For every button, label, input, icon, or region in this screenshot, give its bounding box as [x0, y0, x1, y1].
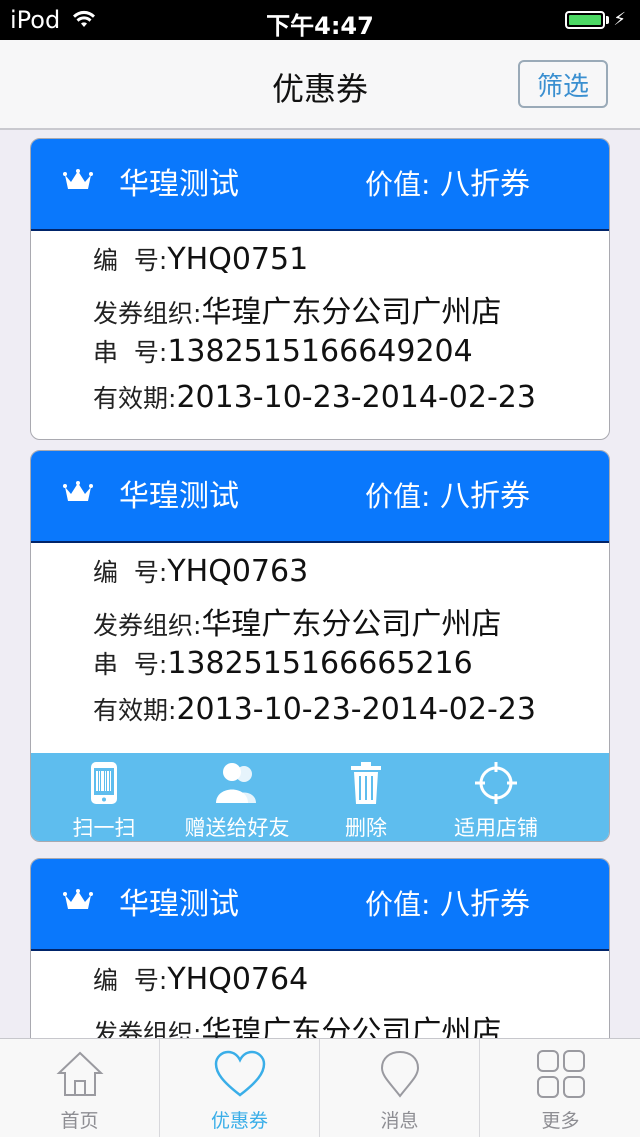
- crosshair-icon: [441, 761, 551, 810]
- validity-value: 2013-10-23-2014-02-23: [176, 692, 536, 727]
- number-value: YHQ0764: [167, 962, 309, 997]
- coupon-value: 价值: 八折券: [365, 471, 530, 515]
- trash-icon: [331, 761, 401, 810]
- tab-messages[interactable]: 消息: [320, 1039, 479, 1137]
- serial-label: 串 号:: [93, 650, 168, 679]
- org-row: 发券组织: 华瑝广东分公司广州店: [93, 599, 609, 645]
- crown-icon: [63, 169, 93, 195]
- number-row: 编 号: YHQ0763: [93, 553, 609, 599]
- coupon-list[interactable]: 华瑝测试 价值: 八折券 编 号: YHQ0751 发券组织: 华瑝广东分公司广州店…: [0, 130, 640, 1038]
- validity-row: 有效期: 2013-10-23-2014-02-23: [93, 379, 609, 425]
- users-icon: [175, 761, 299, 810]
- org-row: 发券组织: 华瑝广东分公司广州店: [93, 287, 609, 333]
- tab-more[interactable]: 更多: [481, 1039, 640, 1137]
- coupon-header: 华瑝测试 价值: 八折券: [31, 451, 609, 543]
- coupon-name: 华瑝测试: [119, 167, 239, 202]
- value-text: 八折券: [439, 479, 530, 514]
- org-value: 华瑝广东分公司广州店: [201, 607, 502, 642]
- org-value: 华瑝广东分公司广州店: [201, 1015, 502, 1038]
- org-label: 发券组织:: [93, 611, 202, 640]
- delete-button[interactable]: 删除: [331, 761, 401, 841]
- coupon-name: 华瑝测试: [119, 479, 239, 514]
- coupon-header: 华瑝测试 价值: 八折券: [31, 139, 609, 231]
- number-row: 编 号: YHQ0751: [93, 241, 609, 287]
- crown-icon: [63, 481, 93, 507]
- scan-button[interactable]: 扫一扫: [61, 761, 147, 841]
- filter-button[interactable]: 筛选: [518, 60, 608, 108]
- coupon-details: 编 号: YHQ0751 发券组织: 华瑝广东分公司广州店 串 号: 13825151…: [31, 231, 609, 425]
- coupon-header: 华瑝测试 价值: 八折券: [31, 859, 609, 951]
- heart-icon: [160, 1049, 319, 1104]
- status-time: 下午4:47: [266, 12, 374, 40]
- tab-coupons-label: 优惠券: [210, 1110, 268, 1132]
- value-label: 价值:: [365, 888, 431, 921]
- coupon-value: 价值: 八折券: [365, 159, 530, 203]
- tab-home-label: 首页: [60, 1110, 99, 1132]
- charging-icon: ⚡: [613, 9, 626, 30]
- coupon-name: 华瑝测试: [119, 887, 239, 922]
- value-label: 价值:: [365, 480, 431, 513]
- number-label: 编 号:: [93, 246, 168, 275]
- coupon-card[interactable]: 华瑝测试 价值: 八折券 编 号: YHQ0763 发券组织: 华瑝广东分公司广州店…: [30, 450, 610, 842]
- gift-to-friend-button[interactable]: 赠送给好友: [175, 761, 299, 841]
- serial-label: 串 号:: [93, 338, 168, 367]
- gift-label: 赠送给好友: [184, 816, 290, 840]
- phone-barcode-icon: [61, 761, 147, 810]
- delete-label: 删除: [345, 816, 387, 840]
- serial-value: 1382515166649204: [167, 334, 473, 369]
- org-value: 华瑝广东分公司广州店: [201, 295, 502, 330]
- validity-row: 有效期: 2013-10-23-2014-02-23: [93, 691, 609, 737]
- validity-label: 有效期:: [93, 696, 177, 725]
- tab-bar: 首页 优惠券 消息 更多: [0, 1038, 640, 1137]
- battery-icon: ⚡: [565, 9, 626, 30]
- value-text: 八折券: [439, 167, 530, 202]
- coupon-card[interactable]: 华瑝测试 价值: 八折券 编 号: YHQ0751 发券组织: 华瑝广东分公司广州店…: [30, 138, 610, 440]
- grid-icon: [481, 1049, 640, 1104]
- serial-value: 1382515166665216: [167, 646, 473, 681]
- number-label: 编 号:: [93, 966, 168, 995]
- tab-messages-label: 消息: [380, 1110, 419, 1132]
- value-label: 价值:: [365, 168, 431, 201]
- applicable-stores-button[interactable]: 适用店铺: [441, 761, 551, 841]
- crown-icon: [63, 889, 93, 915]
- org-label: 发券组织:: [93, 299, 202, 328]
- coupon-details: 编 号: YHQ0764 发券组织: 华瑝广东分公司广州店: [31, 951, 609, 1038]
- coupon-details: 编 号: YHQ0763 发券组织: 华瑝广东分公司广州店 串 号: 13825151…: [31, 543, 609, 737]
- home-icon: [0, 1049, 159, 1104]
- org-row: 发券组织: 华瑝广东分公司广州店: [93, 1007, 609, 1038]
- org-label: 发券组织:: [93, 1019, 202, 1038]
- navigation-bar: 优惠券 筛选: [0, 40, 640, 130]
- serial-row: 串 号: 1382515166649204: [93, 333, 609, 379]
- number-value: YHQ0751: [167, 242, 309, 277]
- status-bar: iPod 下午4:47 ⚡: [0, 0, 640, 40]
- location-pin-icon: [320, 1049, 479, 1104]
- stores-label: 适用店铺: [454, 816, 538, 840]
- coupon-value: 价值: 八折券: [365, 879, 530, 923]
- tab-more-label: 更多: [541, 1110, 580, 1132]
- coupon-card[interactable]: 华瑝测试 价值: 八折券 编 号: YHQ0764 发券组织: 华瑝广东分公司广州店: [30, 858, 610, 1038]
- validity-value: 2013-10-23-2014-02-23: [176, 380, 536, 415]
- scan-label: 扫一扫: [72, 816, 136, 840]
- number-row: 编 号: YHQ0764: [93, 961, 609, 1007]
- value-text: 八折券: [439, 887, 530, 922]
- number-label: 编 号:: [93, 558, 168, 587]
- tab-coupons[interactable]: 优惠券: [160, 1039, 319, 1137]
- serial-row: 串 号: 1382515166665216: [93, 645, 609, 691]
- number-value: YHQ0763: [167, 554, 309, 589]
- coupon-action-bar: 扫一扫 赠送给好友 删除 适用店铺: [31, 753, 609, 841]
- validity-label: 有效期:: [93, 384, 177, 413]
- tab-home[interactable]: 首页: [0, 1039, 159, 1137]
